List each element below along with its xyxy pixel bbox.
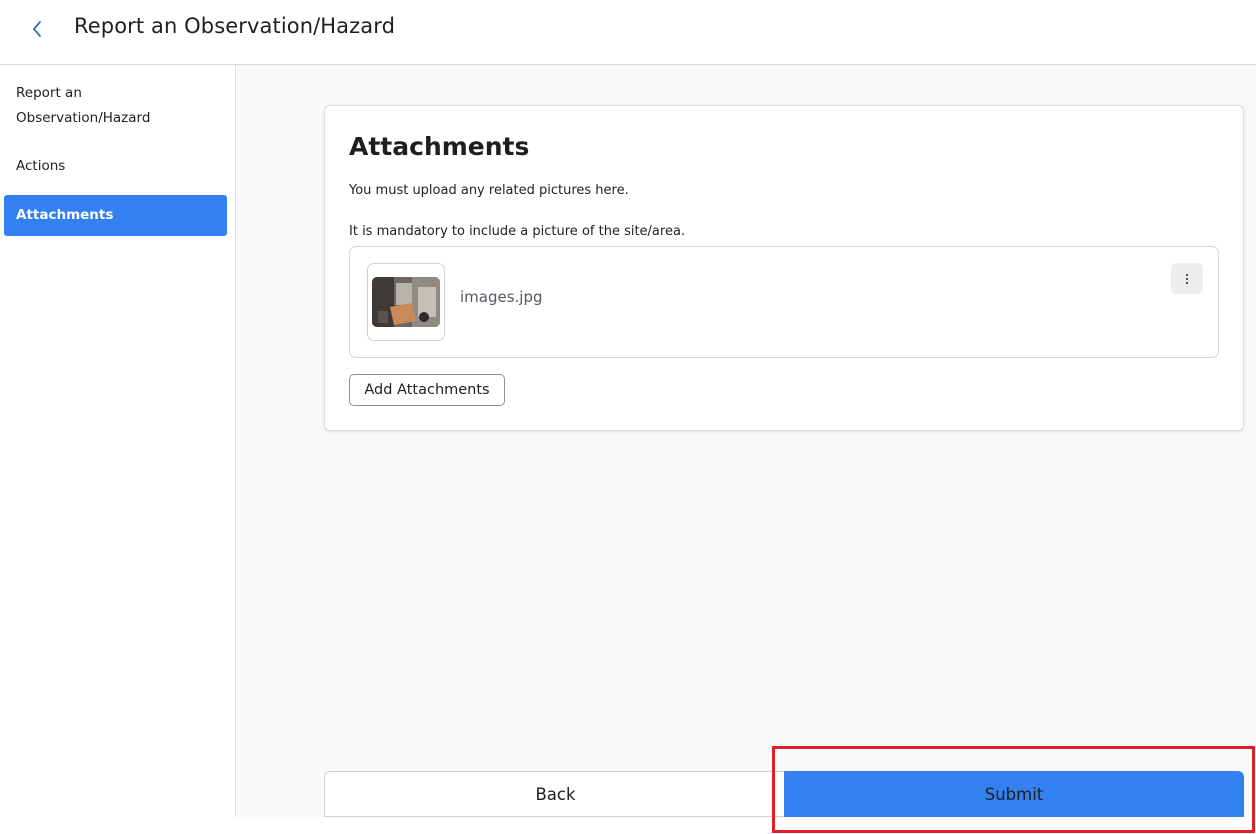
instruction-upload: You must upload any related pictures her… [349,183,629,198]
sidebar-item-attachments[interactable]: Attachments [4,195,227,236]
kebab-menu-icon[interactable] [1171,263,1203,294]
submit-button[interactable]: Submit [784,771,1244,817]
add-attachments-button[interactable]: Add Attachments [349,374,505,406]
card-title: Attachments [349,132,530,161]
top-bar: Report an Observation/Hazard [0,0,1256,65]
page-title: Report an Observation/Hazard [74,14,396,38]
sidebar-item-report[interactable]: Report an Observation/Hazard [4,81,204,131]
attachment-item: images.jpg [349,246,1219,358]
attachment-thumbnail[interactable] [367,263,445,341]
sidebar-item-actions[interactable]: Actions [4,154,227,179]
attachment-file-name[interactable]: images.jpg [460,288,543,306]
image-thumbnail [372,277,440,327]
main-content: Attachments You must upload any related … [237,65,1256,817]
chevron-left-icon[interactable] [26,17,48,41]
sidebar: Report an Observation/Hazard Actions Att… [0,65,236,817]
attachments-card: Attachments You must upload any related … [324,105,1244,431]
instruction-mandatory: It is mandatory to include a picture of … [349,224,686,239]
back-button[interactable]: Back [324,771,786,817]
